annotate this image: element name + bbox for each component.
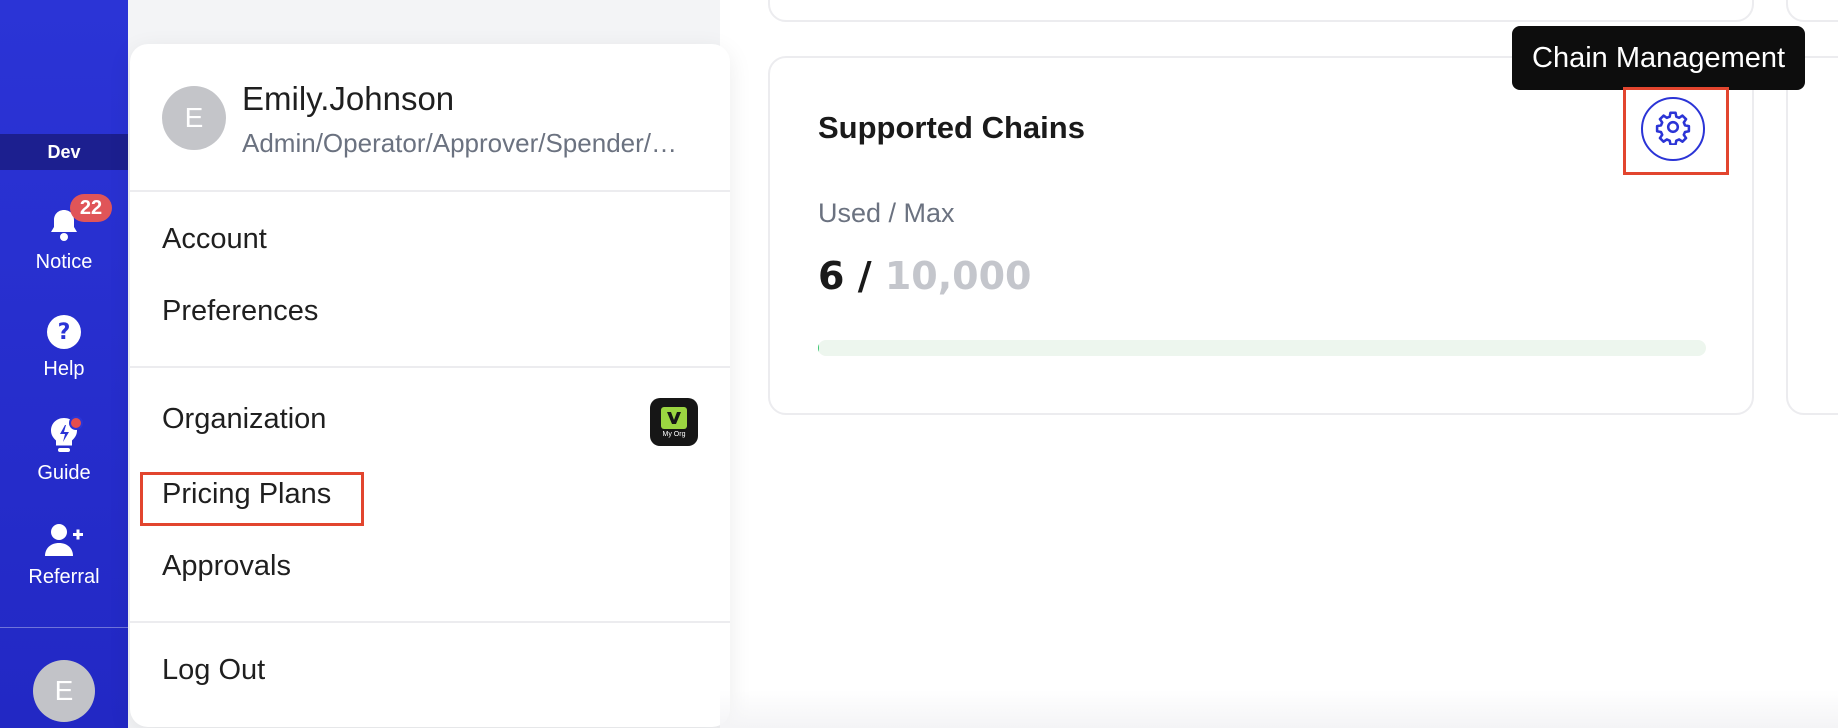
usage-progress-bar xyxy=(818,340,1706,356)
menu-divider xyxy=(130,366,730,368)
help-icon: ? xyxy=(44,312,84,352)
menu-divider xyxy=(130,190,730,192)
menu-item-approvals[interactable]: Approvals xyxy=(162,550,291,583)
sidebar-item-help[interactable]: ? Help xyxy=(0,312,128,381)
card-partial-right xyxy=(1786,56,1838,415)
card-partial-top xyxy=(768,0,1754,22)
sidebar-item-guide[interactable]: Guide xyxy=(0,416,128,485)
used-value: 6 xyxy=(818,254,845,298)
sidebar: Dev Notice 22 ? Help Guide Referral E xyxy=(0,0,128,728)
card-partial-top-right xyxy=(1786,0,1838,22)
card-subtitle: Used / Max xyxy=(818,198,955,228)
sidebar-avatar[interactable]: E xyxy=(33,660,95,722)
menu-item-preferences[interactable]: Preferences xyxy=(162,295,318,328)
chain-management-highlight xyxy=(1623,87,1729,175)
org-logo[interactable]: My Org xyxy=(650,398,698,446)
sidebar-item-referral[interactable]: Referral xyxy=(0,520,128,589)
svg-text:?: ? xyxy=(58,320,71,345)
menu-item-account[interactable]: Account xyxy=(162,223,267,256)
org-logo-mark xyxy=(661,406,687,429)
menu-item-organization[interactable]: Organization xyxy=(162,403,326,436)
card-title: Supported Chains xyxy=(818,110,1085,145)
menu-avatar: E xyxy=(162,86,226,150)
value-separator: / xyxy=(857,254,872,298)
add-user-icon xyxy=(44,520,84,560)
sidebar-item-label: Help xyxy=(43,358,85,380)
pricing-plans-highlight xyxy=(140,472,364,526)
max-value: 10,000 xyxy=(884,254,1032,298)
usage-progress-fill xyxy=(818,340,819,356)
guide-unread-dot xyxy=(69,416,83,430)
user-menu-dropdown: E Emily.Johnson Admin/Operator/Approver/… xyxy=(130,44,730,727)
supported-chains-card: Supported Chains Used / Max 6 / 10,000 xyxy=(768,56,1754,415)
env-badge: Dev xyxy=(0,134,128,170)
chain-management-tooltip: Chain Management xyxy=(1512,26,1806,90)
menu-divider xyxy=(130,621,730,623)
sidebar-item-label: Referral xyxy=(28,566,100,588)
user-name: Emily.Johnson xyxy=(242,80,455,117)
sidebar-item-label: Notice xyxy=(35,251,93,273)
usage-value: 6 / 10,000 xyxy=(818,254,1031,298)
bottom-shade xyxy=(720,690,1838,728)
org-logo-text: My Org xyxy=(662,430,686,438)
user-role: Admin/Operator/Approver/Spender/Viewer xyxy=(242,128,692,158)
menu-item-logout[interactable]: Log Out xyxy=(162,654,265,687)
sidebar-item-label: Guide xyxy=(37,462,91,484)
notification-count-badge: 22 xyxy=(70,194,112,222)
sidebar-divider xyxy=(0,627,128,628)
